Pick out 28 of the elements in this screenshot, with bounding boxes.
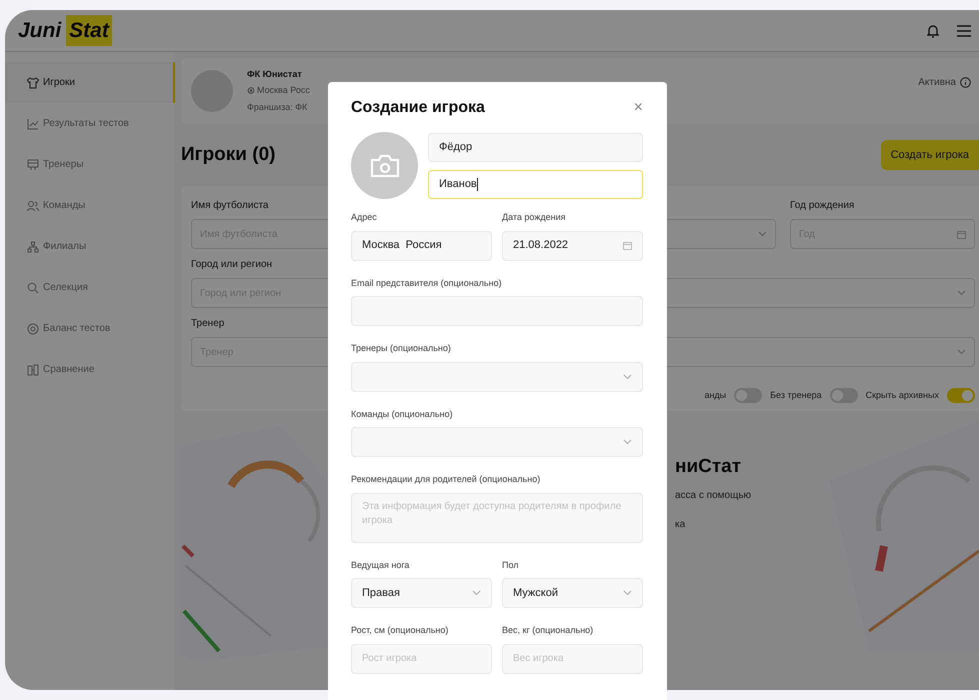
field-label: Пол bbox=[502, 558, 520, 572]
toggle-label: анды bbox=[704, 388, 726, 402]
club-name: ФК Юнистат bbox=[247, 68, 303, 81]
field-label: Рекомендации для родителей (опционально) bbox=[351, 473, 542, 486]
toggle-label: Скрыть архивных bbox=[866, 388, 939, 402]
promo-text: ка bbox=[675, 518, 686, 532]
field-label: Тренеры (опционально) bbox=[351, 342, 452, 355]
promo-text: асса с помощью bbox=[675, 488, 752, 502]
logo-text: Juni bbox=[18, 18, 62, 44]
field-label: Email представителя (опционально) bbox=[351, 276, 503, 290]
promo-title: ниСтат bbox=[675, 455, 742, 479]
page-title: Игроки (0) bbox=[181, 142, 276, 167]
field-label: Вес, кг (опционально) bbox=[502, 624, 594, 637]
field-label: Дата рождения bbox=[502, 211, 566, 224]
club-franchise: Франшиза: ФК bbox=[247, 100, 308, 114]
club-location: Москва Росс bbox=[257, 84, 310, 98]
field-label: Тренер bbox=[191, 317, 226, 331]
field-label: Город или регион bbox=[191, 258, 274, 272]
logo-text: Stat bbox=[66, 14, 112, 46]
field-label: Год рождения bbox=[790, 199, 856, 213]
field-label: Команды (опционально) bbox=[351, 408, 454, 421]
dialog-title: Создание игрока bbox=[351, 98, 485, 118]
field-label: Ведущая нога bbox=[351, 558, 410, 572]
field-label: Рост, см (опционально) bbox=[351, 624, 450, 637]
field-label: Адрес bbox=[351, 211, 378, 224]
club-status: Активна bbox=[918, 76, 956, 90]
toggle-label: Без тренера bbox=[770, 388, 822, 402]
field-label: Имя футболиста bbox=[191, 199, 270, 213]
